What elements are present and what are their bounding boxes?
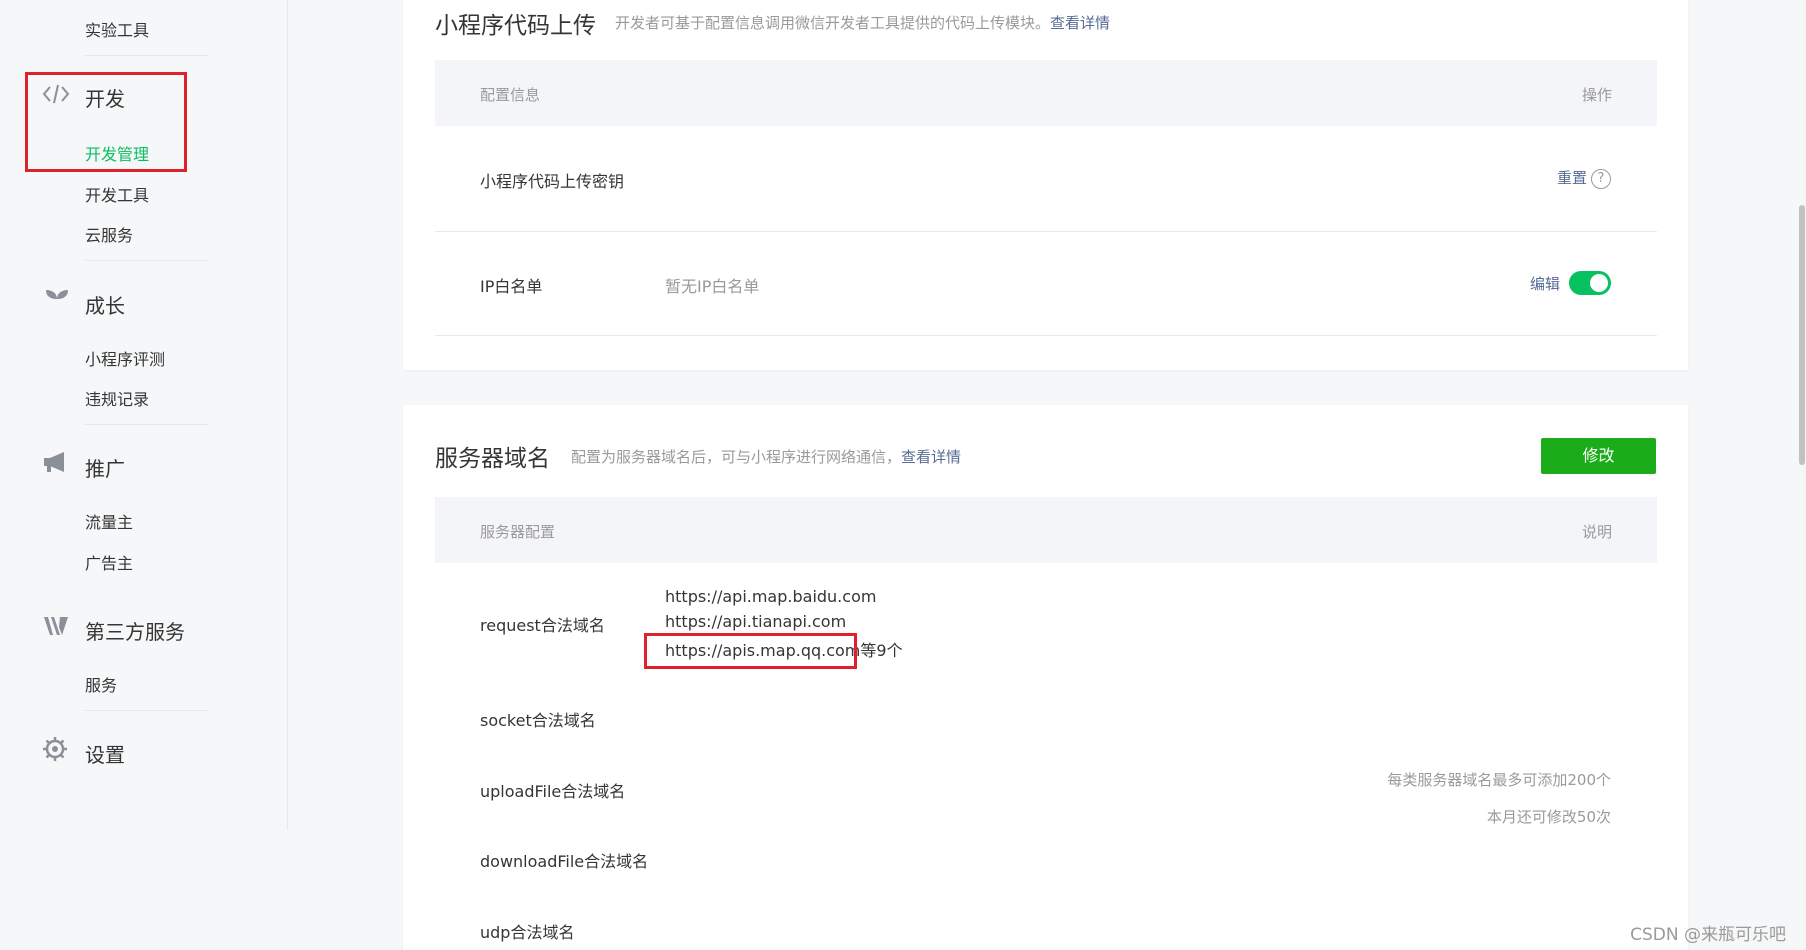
code-upload-table-header: 配置信息 操作 [435,60,1657,126]
sidebar-divider [85,424,209,425]
scrollbar-thumb[interactable] [1799,205,1805,465]
page-scrollbar[interactable] [1798,0,1806,950]
sidebar-item-advertiser[interactable]: 广告主 [85,550,133,574]
toggle-knob [1590,274,1608,292]
udp-domain-label: udp合法域名 [480,923,575,942]
request-domain-label: request合法域名 [480,616,605,635]
row-divider [435,231,1657,232]
sidebar-item-service[interactable]: 服务 [85,672,117,696]
server-domain-title: 服务器域名 [435,446,550,472]
reset-link[interactable]: 重置 [1557,169,1587,187]
sidebar-item-dev-tools[interactable]: 开发工具 [85,182,149,206]
sidebar-group-third-party[interactable]: 第三方服务 [85,616,185,645]
upload-key-label: 小程序代码上传密钥 [480,172,625,191]
sidebar-item-review[interactable]: 小程序评测 [85,346,165,370]
sidebar-item-traffic-owner[interactable]: 流量主 [85,509,133,533]
th-server-config: 服务器配置 [480,523,556,541]
domain-limit-note: 每类服务器域名最多可添加200个 [1387,771,1611,789]
sidebar-divider [85,260,209,261]
code-upload-desc-text: 开发者可基于配置信息调用微信开发者工具提供的代码上传模块。 [615,14,1051,32]
third-party-icon [43,615,71,643]
watermark: CSDN @来瓶可乐吧 [1630,925,1786,945]
socket-domain-label: socket合法域名 [480,711,596,730]
modify-remaining-note: 本月还可修改50次 [1486,808,1611,826]
code-upload-card: 小程序代码上传 开发者可基于配置信息调用微信开发者工具提供的代码上传模块。查看详… [403,0,1688,370]
sidebar-item-cloud[interactable]: 云服务 [85,222,133,246]
request-domain-item: https://api.tianapi.com [665,612,847,631]
upload-key-actions: 重置? [1557,167,1611,189]
server-table-header: 服务器配置 说明 [435,497,1657,563]
ip-whitelist-value: 暂无IP白名单 [665,277,760,296]
edit-server-domain-button[interactable]: 修改 [1541,438,1656,474]
request-domain-item: https://api.map.baidu.com [665,587,877,606]
server-domain-desc-text: 配置为服务器域名后，可与小程序进行网络通信， [571,448,902,466]
ip-whitelist-label: IP白名单 [480,277,543,296]
downloadfile-domain-label: downloadFile合法域名 [480,852,649,871]
ip-whitelist-toggle[interactable] [1569,271,1611,295]
edit-ip-link[interactable]: 编辑 [1530,273,1560,294]
server-domain-desc: 配置为服务器域名后，可与小程序进行网络通信，查看详情 [571,446,961,467]
row-divider [435,335,1657,336]
server-domain-details-link[interactable]: 查看详情 [901,448,961,466]
gear-icon [42,736,70,764]
megaphone-icon [42,450,70,478]
server-domain-card: 服务器域名 配置为服务器域名后，可与小程序进行网络通信，查看详情 修改 服务器配… [403,405,1688,950]
sprout-icon [44,287,72,315]
help-icon[interactable]: ? [1591,168,1611,189]
th-description: 说明 [1581,523,1612,541]
code-upload-details-link[interactable]: 查看详情 [1050,14,1110,32]
sidebar-item-lab-tools[interactable]: 实验工具 [85,17,149,41]
request-domain-count: 等9个 [860,641,903,660]
sidebar-group-settings[interactable]: 设置 [85,739,125,768]
sidebar-item-violations[interactable]: 违规记录 [85,386,149,410]
th-operation: 操作 [1581,86,1612,104]
annotation-highlight-sidebar [25,72,187,172]
sidebar-group-promotion[interactable]: 推广 [85,453,125,482]
sidebar-group-growth[interactable]: 成长 [85,290,125,319]
annotation-highlight-domain [644,633,857,669]
uploadfile-domain-label: uploadFile合法域名 [480,782,626,801]
sidebar-divider [85,710,209,711]
sidebar-divider [85,55,209,56]
code-upload-desc: 开发者可基于配置信息调用微信开发者工具提供的代码上传模块。查看详情 [615,12,1110,33]
th-config-info: 配置信息 [480,86,541,104]
code-upload-title: 小程序代码上传 [435,13,596,39]
